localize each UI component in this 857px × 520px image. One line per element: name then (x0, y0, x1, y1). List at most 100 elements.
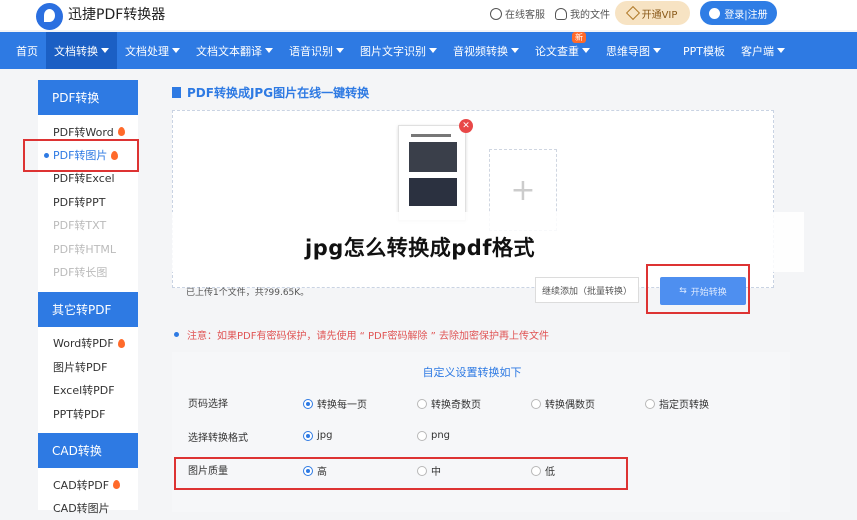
batch-add-button[interactable]: 继续添加（批量转换） (535, 277, 639, 303)
sidebar-section-pdf[interactable]: PDF转换 (38, 80, 138, 115)
nav-item-doc-process[interactable]: 文档处理 (117, 32, 188, 69)
login-label: 登录|注册 (724, 9, 768, 21)
headset-icon (490, 7, 502, 20)
sidebar-item-pdf-to-long-image[interactable]: PDF转长图 (38, 260, 138, 283)
sidebar-item-ppt-to-pdf[interactable]: PPT转PDF (38, 402, 138, 425)
hot-icon (113, 480, 121, 490)
nav-label: 音视频转换 (453, 44, 508, 58)
sidebar-section-other[interactable]: 其它转PDF (38, 291, 138, 327)
user-avatar-icon (709, 7, 721, 19)
vip-button[interactable]: 开通VIP (615, 1, 690, 25)
caret-down-icon (172, 48, 180, 53)
caret-down-icon (429, 48, 437, 53)
caret-down-icon (336, 48, 344, 53)
nav-item-translate[interactable]: 文档文本翻译 (188, 32, 281, 69)
nav-item-client[interactable]: 客户端 (733, 32, 793, 69)
online-service-link[interactable]: 在线客服 (490, 6, 545, 21)
caret-down-icon (582, 48, 590, 53)
document-icon (172, 87, 181, 98)
sidebar-item-word-to-pdf[interactable]: Word转PDF (38, 332, 138, 355)
highlight-box-start-button (646, 264, 750, 314)
upload-status: 已上传1个文件，共?99.65K。 (186, 288, 310, 298)
page-title-text: PDF转换成JPG图片在线一键转换 (187, 86, 370, 100)
notice-text: 注意：如果PDF有密码保护，请先使用 “ PDF密码解除 ” 去除加密保护再上传… (187, 331, 550, 342)
radio-icon (417, 398, 427, 409)
sidebar-item-label: PDF转Word (53, 125, 114, 139)
nav-item-home[interactable]: 首页 (0, 32, 46, 69)
caret-down-icon (511, 48, 519, 53)
sidebar-section-cad[interactable]: CAD转换 (38, 433, 138, 469)
file-thumbnail[interactable] (398, 125, 466, 221)
sidebar-item-pdf-to-html[interactable]: PDF转HTML (38, 237, 138, 260)
thumbnail-image (409, 178, 457, 206)
hot-icon (117, 127, 125, 137)
thumbnail-image (409, 142, 457, 172)
nav-item-mindmap[interactable]: 思维导图 (598, 32, 669, 69)
login-button[interactable]: 登录|注册 (700, 1, 777, 25)
sidebar-item-label: CAD转图片 (53, 502, 110, 516)
caret-down-icon (101, 48, 109, 53)
thumbnail-heading-line (411, 134, 451, 137)
radio-icon (531, 398, 541, 409)
nav-item-speech[interactable]: 语音识别 (281, 32, 352, 69)
caret-down-icon (265, 48, 273, 53)
format-label: 选择转换格式 (188, 432, 248, 444)
option-label: 转换奇数页 (431, 400, 481, 411)
diamond-icon (625, 5, 640, 21)
password-notice: 注意：如果PDF有密码保护，请先使用 “ PDF密码解除 ” 去除加密保护再上传… (174, 327, 549, 342)
sidebar-item-label: PDF转Excel (53, 172, 115, 186)
nav-item-av-convert[interactable]: 音视频转换 (445, 32, 527, 69)
logo-icon[interactable] (36, 3, 63, 30)
top-bar: 迅捷PDF转换器 在线客服 我的文件 开通VIP 登录|注册 (0, 0, 857, 30)
nav-label: 客户端 (741, 44, 774, 58)
sidebar-item-cad-to-pdf[interactable]: CAD转PDF (38, 473, 138, 496)
sidebar-item-pdf-to-ppt[interactable]: PDF转PPT (38, 190, 138, 213)
hot-icon (117, 338, 125, 348)
page-selection-label: 页码选择 (188, 398, 228, 410)
sidebar-item-label: PDF转长图 (53, 266, 108, 280)
option-specific-pages[interactable]: 指定页转换 (645, 396, 709, 411)
page-selection-row: 页码选择 (188, 392, 302, 412)
nav-item-ppt-template[interactable]: PPT模板 (669, 32, 733, 69)
caret-down-icon (653, 48, 661, 53)
highlight-box-quality-row (174, 457, 628, 490)
option-label: 转换每一页 (317, 400, 367, 411)
nav-label: 图片文字识别 (360, 44, 426, 58)
nav-item-paper-check[interactable]: 论文查重新 (527, 32, 598, 69)
sidebar-item-label: PDF转HTML (53, 242, 117, 256)
my-files-link[interactable]: 我的文件 (555, 6, 610, 21)
option-every-page[interactable]: 转换每一页 (303, 396, 367, 411)
option-label: png (431, 430, 451, 441)
caret-down-icon (777, 48, 785, 53)
main-nav: 首页 文档转换 文档处理 文档文本翻译 语音识别 图片文字识别 音视频转换 论文… (0, 32, 857, 69)
nav-label: PPT模板 (683, 44, 725, 58)
option-even-pages[interactable]: 转换偶数页 (531, 396, 595, 411)
settings-heading: 自定义设置转换如下 (422, 366, 522, 379)
radio-icon (645, 398, 655, 409)
option-odd-pages[interactable]: 转换奇数页 (417, 396, 481, 411)
app-title[interactable]: 迅捷PDF转换器 (68, 4, 165, 24)
remove-file-icon[interactable]: ✕ (459, 119, 473, 133)
plus-icon: + (510, 172, 536, 208)
radio-icon (417, 430, 427, 441)
sidebar-item-image-to-pdf[interactable]: 图片转PDF (38, 355, 138, 378)
page-title: PDF转换成JPG图片在线一键转换 (172, 84, 369, 101)
nav-label: 论文查重 (535, 44, 579, 58)
radio-checked-icon (303, 430, 313, 441)
nav-label: 文档文本翻译 (196, 44, 262, 58)
nav-label: 文档转换 (54, 44, 98, 58)
option-label: 转换偶数页 (545, 400, 595, 411)
nav-item-ocr[interactable]: 图片文字识别 (352, 32, 445, 69)
sidebar-item-label: PPT转PDF (53, 407, 106, 421)
new-badge: 新 (572, 32, 586, 43)
nav-item-doc-convert[interactable]: 文档转换 (46, 32, 117, 69)
option-jpg[interactable]: jpg (303, 430, 332, 441)
sidebar-item-excel-to-pdf[interactable]: Excel转PDF (38, 379, 138, 402)
sidebar-item-cad-to-image[interactable]: CAD转图片 (38, 497, 138, 520)
nav-label: 文档处理 (125, 44, 169, 58)
option-png[interactable]: png (417, 430, 450, 441)
option-label: 指定页转换 (659, 400, 709, 411)
sidebar-item-pdf-to-txt[interactable]: PDF转TXT (38, 214, 138, 237)
sidebar-item-label: Word转PDF (53, 337, 114, 351)
overlay-headline: jpg怎么转换成pdf格式 (305, 236, 535, 260)
